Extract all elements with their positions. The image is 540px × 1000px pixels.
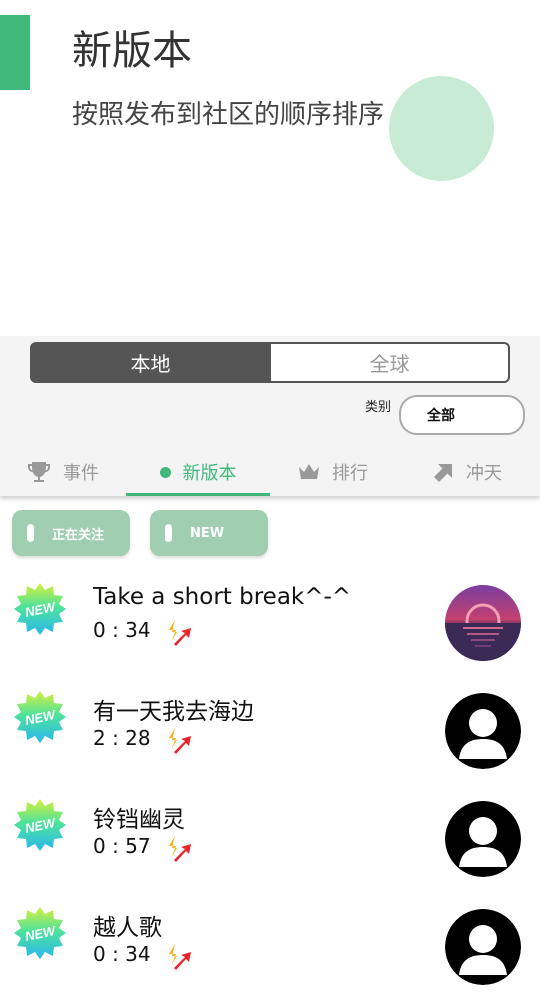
list-item[interactable]: NEW 有一天我去海边 2 : 28 xyxy=(0,676,540,784)
new-badge-icon: NEW xyxy=(14,907,66,959)
scope-global-button[interactable]: 全球 xyxy=(271,342,510,383)
song-title: 越人歌 xyxy=(93,915,162,941)
trend-up-icon xyxy=(169,620,191,646)
trend-up-icon xyxy=(169,836,191,862)
filter-chips: 正在关注 NEW xyxy=(12,510,268,556)
song-title: Take a short break^-^ xyxy=(93,584,352,610)
crown-icon xyxy=(299,464,319,479)
trend-up-icon xyxy=(169,728,191,754)
tip-description: 按照发布到社区的顺序排序 xyxy=(72,100,385,130)
category-dropdown[interactable]: 全部 xyxy=(399,395,525,435)
scope-local-button[interactable]: 本地 xyxy=(30,342,271,383)
default-avatar[interactable] xyxy=(445,909,521,985)
new-chip[interactable]: NEW xyxy=(150,510,268,556)
song-duration: 0 : 57 xyxy=(93,834,151,858)
tab-rising[interactable]: 冲天 xyxy=(396,448,540,496)
list-item[interactable]: NEW 铃铛幽灵 0 : 57 xyxy=(0,784,540,892)
following-chip-label: 正在关注 xyxy=(52,527,105,543)
following-chip[interactable]: 正在关注 xyxy=(12,510,130,556)
accent-bar xyxy=(0,15,30,90)
dot-icon xyxy=(159,466,171,478)
default-avatar[interactable] xyxy=(445,693,521,769)
song-title: 铃铛幽灵 xyxy=(93,807,185,833)
tab-rising-label: 冲天 xyxy=(466,463,502,484)
tab-ranking[interactable]: 排行 xyxy=(270,448,396,496)
song-title: 有一天我去海边 xyxy=(93,699,254,725)
tab-events[interactable]: 事件 xyxy=(0,448,126,496)
tab-events-label: 事件 xyxy=(63,463,99,484)
tab-new-version[interactable]: 新版本 xyxy=(126,448,270,496)
tab-ranking-label: 排行 xyxy=(332,463,368,484)
scope-segmented-control: 本地 全球 xyxy=(30,342,510,383)
highlight-circle xyxy=(389,76,494,181)
song-duration: 0 : 34 xyxy=(93,618,151,642)
list-item[interactable]: NEW Take a short break^-^ 0 : 34 xyxy=(0,568,540,676)
song-duration: 2 : 28 xyxy=(93,726,151,750)
tip-header: 新版本 按照发布到社区的顺序排序 xyxy=(0,0,540,336)
arrow-up-right-icon xyxy=(434,464,452,482)
trend-up-icon xyxy=(169,944,191,970)
tab-new-version-label: 新版本 xyxy=(182,463,237,484)
tab-bar: 事件 新版本 排行 冲天 xyxy=(0,448,540,496)
default-avatar[interactable] xyxy=(445,801,521,877)
new-badge-icon: NEW xyxy=(14,799,66,851)
filter-panel: 本地 全球 类别 全部 事件 新版本 排行 冲天 xyxy=(0,336,540,496)
toggle-icon xyxy=(165,524,172,542)
new-badge-icon: NEW xyxy=(14,691,66,743)
toggle-icon xyxy=(27,524,34,542)
new-chip-label: NEW xyxy=(190,525,225,541)
song-duration: 0 : 34 xyxy=(93,942,151,966)
sunset-avatar[interactable] xyxy=(445,585,521,661)
tip-title: 新版本 xyxy=(72,28,192,74)
new-badge-icon: NEW xyxy=(14,583,66,635)
trophy-icon xyxy=(28,462,50,482)
song-list: NEW Take a short break^-^ 0 : 34 NEW 有一天… xyxy=(0,568,540,1000)
category-label: 类别 xyxy=(365,400,392,415)
list-item[interactable]: NEW 越人歌 0 : 34 xyxy=(0,892,540,1000)
